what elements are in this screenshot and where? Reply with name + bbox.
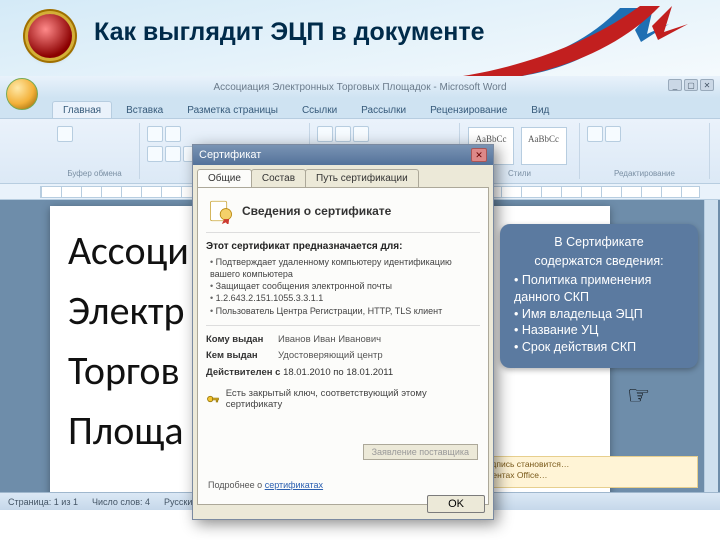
- vertical-scrollbar[interactable]: [704, 200, 718, 492]
- doc-line-1: Ассоци: [68, 224, 189, 278]
- issuer-statement-button[interactable]: Заявление поставщика: [363, 444, 478, 460]
- ok-button[interactable]: OK: [427, 495, 485, 513]
- doc-line-3: Торгов: [68, 344, 180, 398]
- dialog-tabs: Общие Состав Путь сертификации: [193, 165, 493, 187]
- close-button[interactable]: ✕: [700, 79, 714, 91]
- purpose-title: Этот сертификат предназначается для:: [206, 241, 480, 252]
- purpose-1: Подтверждает удаленному компьютеру идент…: [210, 256, 480, 280]
- find-icon[interactable]: [587, 126, 603, 142]
- callout-head-2: содержатся сведения:: [512, 253, 686, 270]
- doc-line-2: Электр: [68, 284, 185, 338]
- font-box[interactable]: [147, 126, 163, 142]
- callout-item-3: Название УЦ: [514, 322, 686, 339]
- word-titlebar: Ассоциация Электронных Торговых Площадок…: [0, 76, 720, 98]
- word-title-text: Ассоциация Электронных Торговых Площадок…: [213, 82, 506, 93]
- purpose-list: Подтверждает удаленному компьютеру идент…: [206, 256, 480, 317]
- certificate-dialog: Сертификат ✕ Общие Состав Путь сертифика…: [192, 144, 494, 520]
- status-page: Страница: 1 из 1: [8, 497, 78, 507]
- issued-by-label: Кем выдан: [206, 350, 278, 361]
- info-callout: В Сертификате содержатся сведения: Полит…: [500, 224, 698, 368]
- tab-layout[interactable]: Разметка страницы: [177, 102, 288, 118]
- tab-review[interactable]: Рецензирование: [420, 102, 517, 118]
- status-words: Число слов: 4: [92, 497, 150, 507]
- replace-icon[interactable]: [605, 126, 621, 142]
- group-editing: Редактирование: [580, 123, 710, 179]
- dialog-titlebar[interactable]: Сертификат ✕: [193, 145, 493, 165]
- issued-to-value: Иванов Иван Иванович: [278, 334, 480, 345]
- cert-header: Сведения о сертификате: [242, 204, 391, 218]
- tab-details[interactable]: Состав: [251, 169, 306, 187]
- tab-view[interactable]: Вид: [521, 102, 559, 118]
- indent-icon[interactable]: [353, 126, 369, 142]
- callout-head-1: В Сертификате: [512, 234, 686, 251]
- tab-home[interactable]: Главная: [52, 101, 112, 118]
- callout-item-4: Срок действия СКП: [514, 339, 686, 356]
- dialog-title-text: Сертификат: [199, 149, 261, 161]
- callout-item-2: Имя владельца ЭЦП: [514, 306, 686, 323]
- doc-line-4: Площа: [68, 404, 184, 458]
- tab-general[interactable]: Общие: [197, 169, 252, 187]
- italic-icon[interactable]: [165, 146, 181, 162]
- purpose-3: 1.2.643.2.151.1055.3.3.1.1: [210, 292, 480, 304]
- group-clipboard: Буфер обмена: [50, 123, 140, 179]
- office-orb[interactable]: [6, 78, 38, 110]
- purpose-4: Пользователь Центра Регистрации, HTTP, T…: [210, 305, 480, 317]
- validity-row: Действителен с 18.01.2010 по 18.01.2011: [206, 367, 480, 378]
- ribbon-tabs: Главная Вставка Разметка страницы Ссылки…: [0, 98, 720, 118]
- tab-insert[interactable]: Вставка: [116, 102, 173, 118]
- bullets-icon[interactable]: [317, 126, 333, 142]
- minimize-button[interactable]: _: [668, 79, 682, 91]
- dialog-close-button[interactable]: ✕: [471, 148, 487, 162]
- cursor-hand-icon: ☜: [627, 380, 650, 411]
- private-key-note: Есть закрытый ключ, соответствующий этом…: [206, 388, 480, 410]
- certificates-link[interactable]: сертификатах: [265, 480, 323, 490]
- size-box[interactable]: [165, 126, 181, 142]
- paste-icon[interactable]: [57, 126, 73, 142]
- more-info: Подробнее о сертификатах: [208, 480, 323, 490]
- maximize-button[interactable]: ▢: [684, 79, 698, 91]
- tab-references[interactable]: Ссылки: [292, 102, 347, 118]
- bold-icon[interactable]: [147, 146, 163, 162]
- key-icon: [206, 392, 220, 406]
- style-preview-2[interactable]: AaBbCc: [521, 127, 567, 165]
- tab-certpath[interactable]: Путь сертификации: [305, 169, 419, 187]
- issued-to-label: Кому выдан: [206, 334, 278, 345]
- numbers-icon[interactable]: [335, 126, 351, 142]
- dialog-body: Сведения о сертификате Этот сертификат п…: [197, 187, 489, 505]
- tab-mailings[interactable]: Рассылки: [351, 102, 416, 118]
- callout-item-1: Политика применения данного СКП: [514, 272, 686, 306]
- issued-by-value: Удостоверяющий центр: [278, 350, 480, 361]
- purpose-2: Защищает сообщения электронной почты: [210, 280, 480, 292]
- medal-badge: [28, 14, 72, 58]
- certificate-icon: [208, 198, 234, 224]
- slide-title: Как выглядит ЭЦП в документе: [94, 18, 484, 47]
